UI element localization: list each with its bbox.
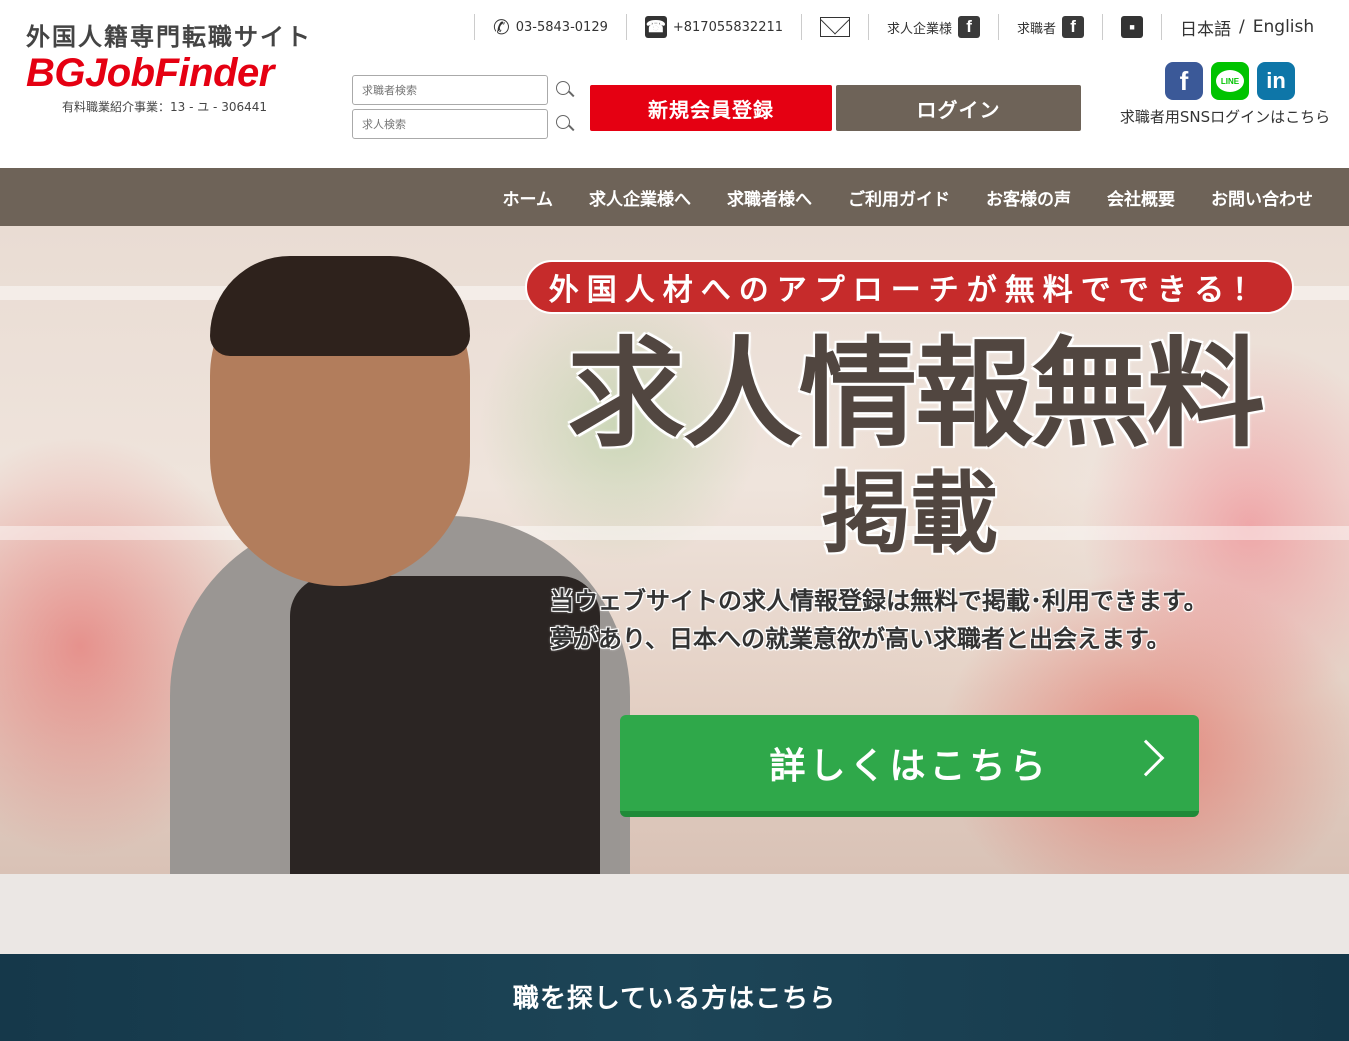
nav-guide[interactable]: ご利用ガイド — [830, 185, 968, 210]
facebook-icon: f — [1062, 16, 1085, 38]
phone-link[interactable]: ✆ 03-5843-0129 — [474, 14, 626, 40]
hero-desc-line1: 当ウェブサイトの求人情報登録は無料で掲載･利用できます。 — [550, 587, 1208, 615]
phone-icon: ✆ — [493, 15, 510, 39]
viber-number: +817055832211 — [672, 19, 784, 35]
search-icon[interactable] — [554, 114, 574, 134]
section-spacer — [0, 874, 1349, 954]
login-button[interactable]: ログイン — [836, 85, 1081, 131]
seeker-search-input[interactable] — [352, 75, 549, 105]
phone-number: 03-5843-0129 — [515, 19, 608, 35]
details-button-label: 詳しくはこちら — [769, 746, 1050, 787]
person-hair — [210, 256, 470, 356]
sns-icon-row: f LINE in — [1120, 62, 1340, 100]
site-header: 外国人籍専門転職サイト BGJobFinder 有料職業紹介事業：13 - ユ … — [0, 0, 1349, 168]
job-search — [352, 109, 574, 139]
sns-login: f LINE in 求職者用SNSログインはこちら — [1110, 62, 1340, 129]
lang-japanese[interactable]: 日本語 — [1180, 15, 1231, 40]
language-switcher: 日本語 / English — [1161, 14, 1332, 40]
top-contact-bar: ✆ 03-5843-0129 ☎ +817055832211 求人企業様 f 求… — [474, 12, 1332, 42]
hero-badge: 外国人材へのアプローチが無料でできる！ — [525, 260, 1294, 314]
hero-banner: 外国人材へのアプローチが無料でできる！ 求人情報無料 掲載 当ウェブサイトの求人… — [0, 226, 1349, 874]
nav-home[interactable]: ホーム — [485, 185, 572, 210]
line-icon: ■ — [1121, 16, 1144, 38]
line-login-icon[interactable]: LINE — [1211, 62, 1249, 100]
hero-description: 当ウェブサイトの求人情報登録は無料で掲載･利用できます。 夢があり、日本への就業… — [550, 582, 1310, 658]
details-button[interactable]: 詳しくはこちら — [620, 715, 1199, 817]
viber-link[interactable]: ☎ +817055832211 — [625, 14, 801, 40]
mail-link[interactable] — [801, 14, 868, 40]
jobseeker-section-title[interactable]: 職を探している方はこちら — [513, 978, 836, 1015]
site-logo[interactable]: 外国人籍専門転職サイト BGJobFinder 有料職業紹介事業：13 - ユ … — [26, 22, 326, 115]
nav-company-info[interactable]: 会社概要 — [1089, 185, 1193, 210]
sns-login-text[interactable]: 求職者用SNSログインはこちら — [1110, 106, 1340, 129]
hero-headline-line2: 掲載 — [821, 462, 998, 565]
search-icon[interactable] — [554, 80, 574, 100]
nav-companies[interactable]: 求人企業様へ — [571, 185, 709, 210]
job-search-input[interactable] — [352, 109, 549, 139]
facebook-login-icon[interactable]: f — [1165, 62, 1203, 100]
hero-desc-line2: 夢があり、日本への就業意欲が高い求職者と出会えます。 — [550, 625, 1171, 653]
company-facebook-link[interactable]: 求人企業様 f — [868, 14, 998, 40]
line-link[interactable]: ■ — [1102, 14, 1161, 40]
company-facebook-label: 求人企業様 — [887, 21, 953, 37]
linkedin-login-icon[interactable]: in — [1257, 62, 1295, 100]
seeker-facebook-link[interactable]: 求職者 f — [998, 14, 1102, 40]
nav-contact[interactable]: お問い合わせ — [1193, 185, 1331, 210]
viber-icon: ☎ — [644, 16, 667, 38]
lang-english[interactable]: English — [1253, 17, 1314, 37]
nav-testimonials[interactable]: お客様の声 — [968, 185, 1089, 210]
hero-headline: 求人情報無料 — [566, 325, 1265, 463]
seeker-facebook-label: 求職者 — [1017, 21, 1057, 37]
lang-separator: / — [1239, 17, 1245, 37]
license-number: 有料職業紹介事業：13 - ユ - 306441 — [62, 100, 267, 114]
mail-icon — [820, 17, 851, 37]
jobseeker-section: 職を探している方はこちら — [0, 954, 1349, 1041]
seeker-search — [352, 75, 574, 105]
main-nav: ホーム 求人企業様へ 求職者様へ ご利用ガイド お客様の声 会社概要 お問い合わ… — [0, 168, 1349, 226]
logo-wordmark: BGJobFinder — [26, 51, 274, 95]
nav-jobseekers[interactable]: 求職者様へ — [709, 185, 830, 210]
logo-tagline: 外国人籍専門転職サイト — [26, 23, 312, 51]
facebook-icon: f — [958, 16, 981, 38]
line-icon-label: LINE — [1216, 70, 1244, 92]
chevron-right-icon — [1127, 739, 1165, 777]
register-button[interactable]: 新規会員登録 — [590, 85, 832, 131]
